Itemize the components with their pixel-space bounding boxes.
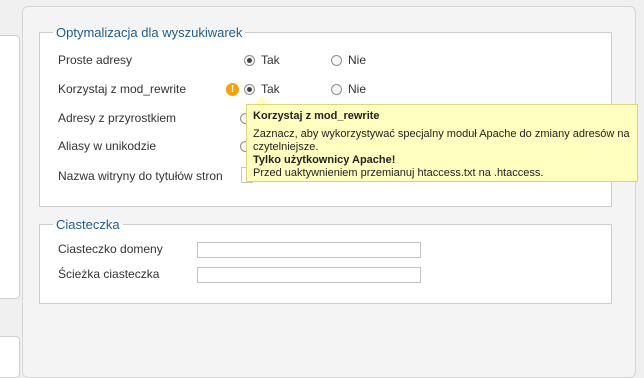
tooltip-line-3: Tylko użytkownicy Apache! [253, 154, 396, 166]
cookie-path-label: Ścieżka ciasteczka [58, 267, 160, 281]
left-side-panel-bottom [0, 336, 20, 378]
cookie-domain-input[interactable] [197, 242, 421, 258]
mod-rewrite-yes-radio[interactable] [244, 84, 255, 95]
row-label-unicode-aliases: Aliasy w unikodzie [58, 139, 157, 153]
tooltip-line-2: czytelniejsze. [253, 141, 319, 153]
sef-urls-no-label[interactable]: Nie [348, 53, 366, 67]
cookie-legend: Ciasteczka [56, 217, 120, 232]
sef-urls-no-radio[interactable] [331, 55, 342, 66]
sef-urls-yes-radio[interactable] [244, 55, 255, 66]
tooltip-line-1: Zaznacz, aby wykorzystywać specjalny mod… [253, 128, 630, 140]
row-label-site-name-in-titles: Nazwa witryny do tytułów stron [58, 169, 223, 183]
mod-rewrite-no-label[interactable]: Nie [348, 82, 366, 96]
tooltip-title: Korzystaj z mod_rewrite [253, 110, 380, 122]
mod-rewrite-no-radio[interactable] [331, 84, 342, 95]
exclamation-warning-icon[interactable]: ! [226, 83, 239, 96]
cookie-path-input[interactable] [197, 267, 421, 283]
cookie-fieldset: Ciasteczka [39, 217, 612, 304]
tooltip-line-4: Przed uaktywnieniem przemianuj htaccess.… [253, 167, 544, 179]
row-label-url-suffix: Adresy z przyrostkiem [58, 111, 177, 125]
cookie-domain-label: Ciasteczko domeny [58, 242, 163, 256]
mod-rewrite-tooltip: Korzystaj z mod_rewrite Zaznacz, aby wyk… [246, 104, 638, 182]
mod-rewrite-yes-label[interactable]: Tak [261, 82, 280, 96]
left-side-panel [0, 35, 20, 299]
seo-legend: Optymalizacja dla wyszukiwarek [56, 25, 243, 40]
sef-urls-yes-label[interactable]: Tak [261, 53, 280, 67]
row-label-mod-rewrite: Korzystaj z mod_rewrite [58, 82, 187, 96]
row-label-sef-urls: Proste adresy [58, 53, 133, 67]
